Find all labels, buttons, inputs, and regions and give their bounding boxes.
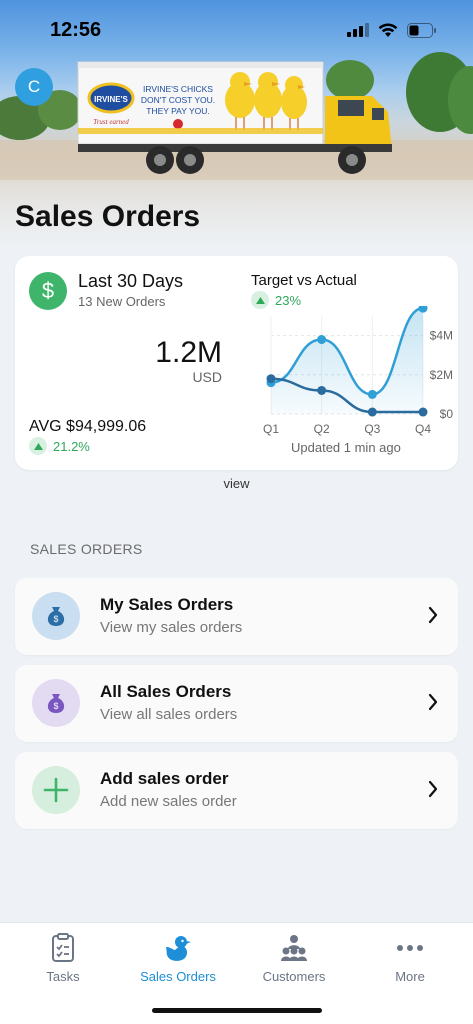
wifi-icon	[378, 22, 398, 37]
menu-item-subtitle: Add new sales order	[100, 793, 237, 810]
tab-label: Tasks	[46, 969, 80, 984]
svg-text:IRVINE'S: IRVINE'S	[94, 95, 128, 104]
view-link[interactable]: view	[0, 476, 473, 491]
add-sales-order-item[interactable]: Add sales order Add new sales order	[15, 752, 458, 829]
battery-icon	[407, 22, 436, 38]
chart-data-point	[418, 407, 428, 417]
chart-data-point	[317, 385, 327, 395]
money-bag-icon: $	[32, 592, 80, 640]
menu-item-title: All Sales Orders	[100, 682, 232, 701]
cellular-signal-icon	[347, 23, 369, 37]
clipboard-icon	[51, 933, 75, 963]
chart-data-point	[317, 335, 327, 345]
chart-x-tick-label: Q3	[364, 422, 380, 436]
period-title: Last 30 Days	[78, 271, 184, 291]
new-orders-count: 13 New Orders	[78, 294, 166, 309]
svg-text:Trust earned: Trust earned	[93, 118, 129, 126]
tab-label: Sales Orders	[140, 969, 216, 984]
tab-sales-orders[interactable]: Sales Orders	[119, 923, 237, 993]
chart-y-tick-label: $0	[440, 407, 454, 421]
svg-text:DON'T COST YOU.: DON'T COST YOU.	[141, 95, 215, 105]
trend-up-icon	[29, 437, 47, 455]
total-sales-currency: USD	[192, 369, 222, 385]
svg-text:THEY PAY YOU.: THEY PAY YOU.	[146, 106, 209, 116]
tab-label: Customers	[262, 969, 326, 984]
home-indicator	[152, 1008, 322, 1013]
tab-customers[interactable]: Customers	[235, 923, 353, 993]
chart-x-tick-label: Q1	[263, 422, 279, 436]
status-icons	[347, 22, 437, 38]
average-trend-value: 21.2%	[53, 438, 90, 454]
svg-text:$: $	[53, 701, 58, 711]
chart-data-point	[367, 389, 377, 399]
money-bag-icon: $	[32, 679, 80, 727]
chart-x-tick-label: Q4	[415, 422, 431, 436]
all-sales-orders-item[interactable]: $ All Sales Orders View all sales orders	[15, 665, 458, 742]
bird-icon	[163, 933, 193, 963]
dollar-icon: $	[29, 272, 67, 310]
header-banner: IRVINE'S Trust earned IRVINE'S CHICKS DO…	[0, 0, 473, 250]
menu-item-title: My Sales Orders	[100, 595, 234, 614]
svg-text:$: $	[53, 614, 58, 624]
plus-icon	[32, 766, 80, 814]
tab-more[interactable]: More	[351, 923, 469, 993]
menu-item-title: Add sales order	[100, 769, 229, 788]
avatar[interactable]: C	[15, 68, 53, 106]
my-sales-orders-item[interactable]: $ My Sales Orders View my sales orders	[15, 578, 458, 655]
menu-item-subtitle: View my sales orders	[100, 619, 243, 636]
customers-icon	[279, 933, 309, 963]
chart-series-area	[271, 308, 423, 414]
status-bar: 12:56	[0, 0, 473, 60]
total-sales-value: 1.2M	[155, 336, 222, 369]
tab-label: More	[395, 969, 425, 984]
menu-item-subtitle: View all sales orders	[100, 706, 238, 723]
status-time: 12:56	[50, 18, 102, 41]
summary-card[interactable]: $ Last 30 Days 13 New Orders 1.2M USD AV…	[15, 256, 458, 470]
chevron-right-icon	[428, 780, 438, 798]
page-title: Sales Orders	[15, 200, 201, 233]
section-heading: SALES ORDERS	[30, 541, 143, 557]
average-order-value: AVG $94,999.06	[29, 418, 147, 435]
chart-y-tick-label: $4M	[430, 329, 453, 343]
chart-data-point	[367, 407, 377, 417]
chart-x-tick-label: Q2	[314, 422, 330, 436]
chart-title: Target vs Actual	[251, 272, 357, 289]
chart-updated-time: Updated 1 min ago	[291, 440, 401, 455]
chart-y-tick-label: $2M	[430, 368, 453, 382]
chart-data-point	[266, 374, 276, 384]
chevron-right-icon	[428, 693, 438, 711]
chevron-right-icon	[428, 606, 438, 624]
target-vs-actual-chart: $0 $2M $4M Q1 Q2 Q3 Q4	[263, 306, 454, 436]
svg-text:IRVINE'S CHICKS: IRVINE'S CHICKS	[143, 84, 213, 94]
tab-tasks[interactable]: Tasks	[4, 923, 122, 993]
average-trend: 21.2%	[29, 437, 90, 455]
ellipsis-icon	[396, 933, 424, 963]
